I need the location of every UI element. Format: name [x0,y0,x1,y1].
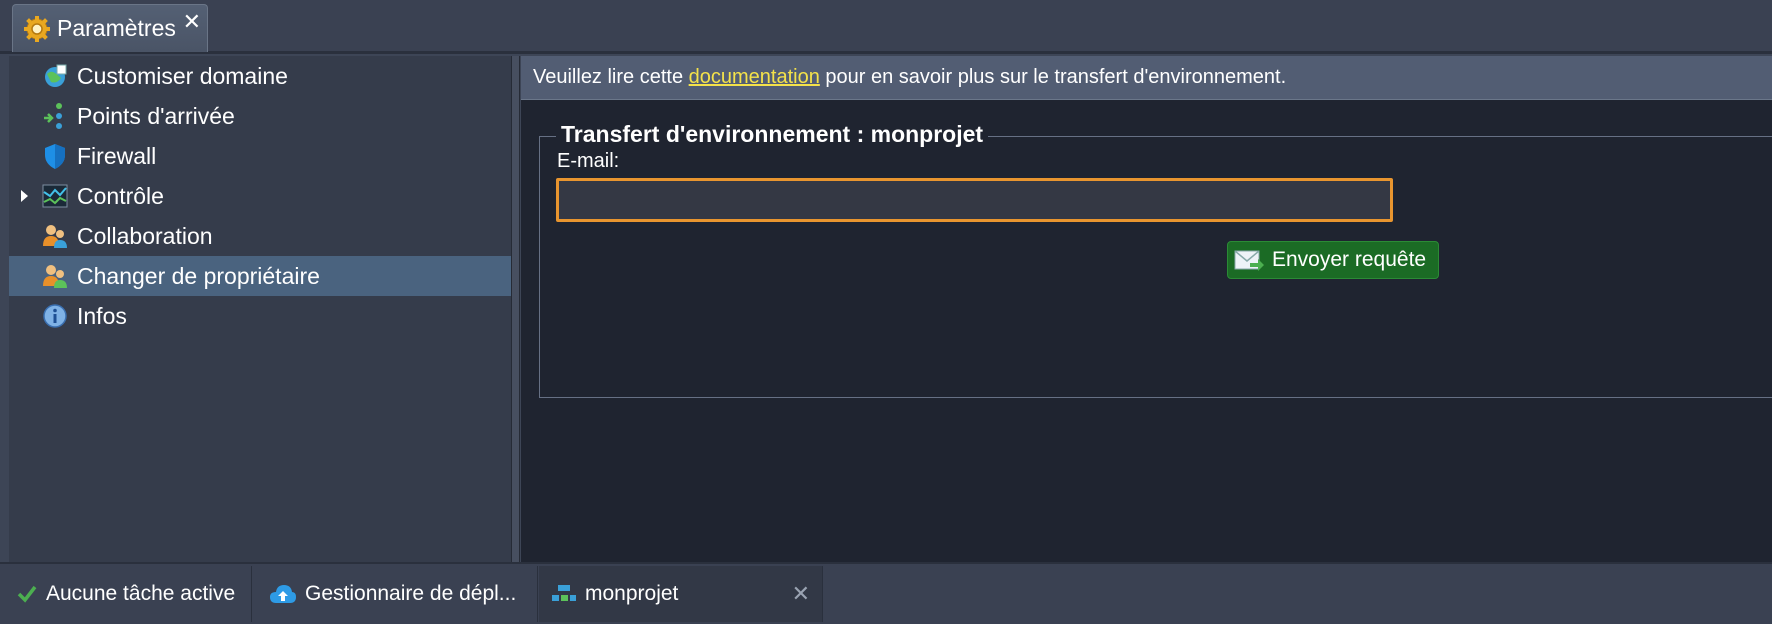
gear-icon [24,15,50,42]
shield-icon [45,144,65,169]
checkmark-icon [17,585,37,603]
sidebar-item-label: Changer de propriétaire [77,262,320,289]
task-label: monprojet [585,582,679,605]
send-button-label: Envoyer requête [1272,248,1427,271]
email-label: E-mail: [557,150,620,172]
task-label: Aucune tâche active [46,582,236,605]
sidebar-item-controle[interactable]: Contrôle [9,176,511,216]
info-icon [43,304,67,328]
tab-parametres[interactable]: Paramètres ✕ [12,4,208,52]
sidebar-item-label: Customiser domaine [77,62,288,89]
settings-window: Paramètres ✕ Customiser domaine Points d… [0,0,1772,624]
cloud-upload-icon [270,585,296,603]
sidebar-item-firewall[interactable]: Firewall [9,136,511,176]
sidebar-item-collaboration[interactable]: Collaboration [9,216,511,256]
change-owner-icon [43,265,67,288]
info-text-before: Veuillez lire cette [533,66,689,88]
sidebar-item-label: Infos [77,302,127,329]
monitoring-chart-icon [42,184,68,208]
taskbar: Aucune tâche active Gestionnaire de dépl… [0,562,1772,624]
sidebar-item-label: Contrôle [77,182,164,209]
tab-label: Paramètres [57,15,176,41]
sidebar-item-label: Firewall [77,142,157,169]
sidebar-item-points-arrivee[interactable]: Points d'arrivée [9,96,511,136]
endpoints-icon [44,103,62,129]
task-monprojet[interactable]: monprojet ✕ [539,566,823,622]
sidebar-item-infos[interactable]: Infos [9,296,511,336]
users-icon [43,225,67,248]
sidebar: Customiser domaine Points d'arrivée Fire… [9,56,511,562]
send-request-button[interactable]: Envoyer requête [1227,241,1439,279]
sidebar-item-customiser-domaine[interactable]: Customiser domaine [9,56,511,96]
transfer-fieldset: Transfert d'environnement : monprojet [539,121,1772,398]
globe-icon [45,64,67,87]
environment-icon [552,585,576,601]
documentation-link[interactable]: documentation [689,66,820,89]
fieldset-legend: Transfert d'environnement : monprojet [556,121,989,148]
sidebar-item-changer-proprietaire[interactable]: Changer de propriétaire [9,256,511,296]
sidebar-item-label: Points d'arrivée [77,102,235,129]
info-banner: Veuillez lire cette documentation pour e… [521,56,1772,100]
splitter[interactable] [511,56,520,562]
main-panel: Veuillez lire cette documentation pour e… [521,56,1772,562]
task-no-active[interactable]: Aucune tâche active [0,566,252,622]
sidebar-item-label: Collaboration [77,222,213,249]
expand-arrow-icon[interactable] [21,190,28,202]
task-deployment-manager[interactable]: Gestionnaire de dépl... [253,566,538,622]
email-field[interactable] [556,178,1393,222]
tab-strip: Paramètres ✕ [0,0,1772,54]
info-text-after: pour en savoir plus sur le transfert d'e… [819,66,1287,88]
mail-send-icon [1234,250,1264,271]
close-icon[interactable]: ✕ [792,581,810,607]
close-icon[interactable]: ✕ [183,9,201,35]
task-label: Gestionnaire de dépl... [305,582,517,605]
